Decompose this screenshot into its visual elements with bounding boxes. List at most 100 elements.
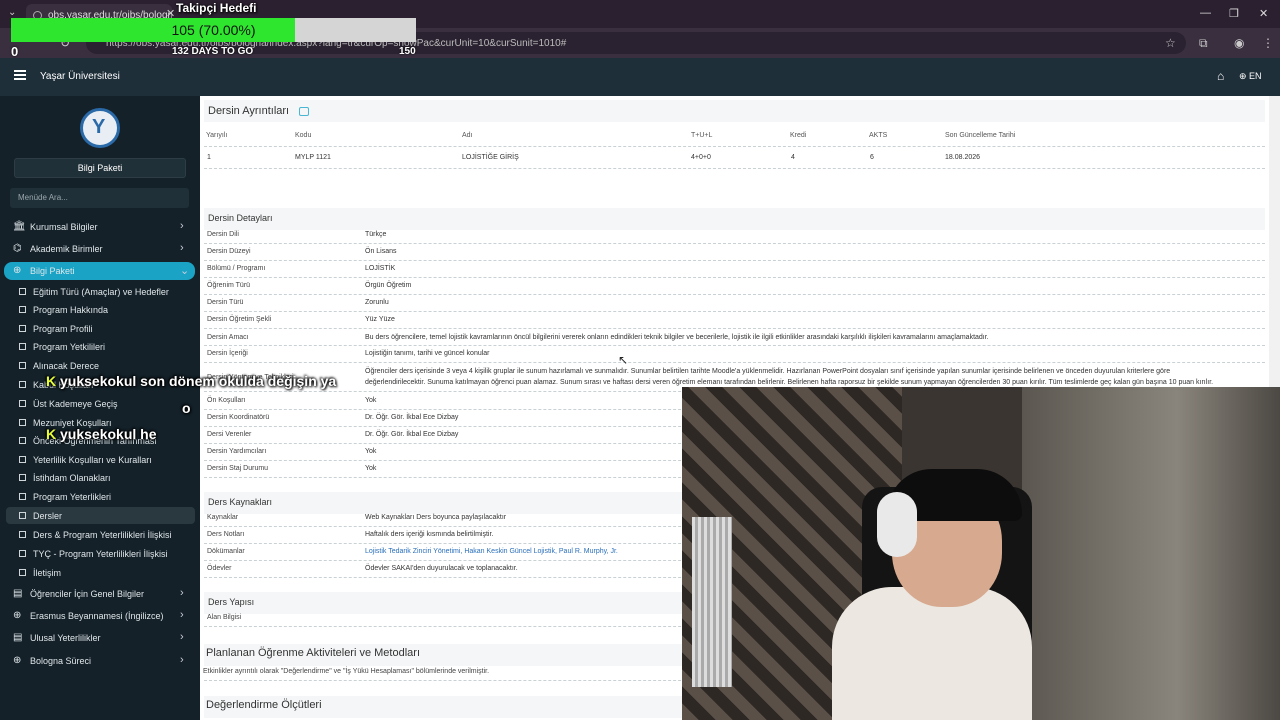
chevron-right-icon: › <box>180 220 184 232</box>
chat-message: K yuksekokul he <box>46 426 157 442</box>
submenu-label: Dersler <box>33 511 63 521</box>
table-cell: 4+0+0 <box>691 154 711 161</box>
submenu-label: Üst Kademeye Geçiş <box>33 399 118 409</box>
language-label: EN <box>1249 71 1262 81</box>
square-icon <box>19 343 26 350</box>
detail-value: Lojistiğin tanımı, tarihi ve güncel konu… <box>365 350 490 357</box>
detail-value: Ön Lisans <box>365 248 397 255</box>
documents-link[interactable]: Lojistik Tedarik Zinciri Yönetimi, Hakan… <box>365 548 618 555</box>
submenu-item[interactable]: Ders & Program Yeterlilikleri İlişkisi <box>0 526 200 543</box>
mouse-cursor-icon: ↖ <box>618 353 629 367</box>
sidebar-item-erasmus[interactable]: ⊕ Erasmus Beyannamesi (İngilizce) › <box>0 607 200 625</box>
submenu-label: Ders & Program Yeterlilikleri İlişkisi <box>33 530 172 540</box>
resource-value: Ödevler SAKAI'den duyurulacak ve toplana… <box>365 565 518 572</box>
detail-value: Yok <box>365 448 377 455</box>
home-icon[interactable]: ⌂ <box>1217 69 1224 83</box>
column-header: T+U+L <box>691 132 713 139</box>
maximize-icon[interactable]: ❐ <box>1229 7 1239 20</box>
sidebar-item-label: Bologna Süreci <box>30 656 92 666</box>
globe-icon: ⊕ <box>13 655 22 666</box>
minimize-icon[interactable]: — <box>1200 7 1211 19</box>
square-icon <box>19 437 26 444</box>
table-cell: 6 <box>870 154 874 161</box>
column-header: Son Güncelleme Tarihi <box>945 132 1016 139</box>
submenu-item[interactable]: Üst Kademeye Geçiş <box>0 395 200 412</box>
detail-value: Bu ders öğrencilere, temel lojistik kavr… <box>365 334 989 341</box>
extensions-icon[interactable]: ⧉ <box>1199 36 1208 51</box>
planned-title: Planlanan Öğrenme Aktiviteleri ve Metodl… <box>206 647 420 659</box>
language-switch[interactable]: ⊕ EN <box>1239 71 1262 82</box>
detail-label: Öğrenim Türü <box>207 282 251 289</box>
chat-badge: K <box>46 426 57 442</box>
goal-min: 0 <box>11 44 19 59</box>
sidebar-item-ogrenciler[interactable]: ▤ Öğrenciler İçin Genel Bilgiler › <box>0 585 200 603</box>
square-icon <box>19 400 26 407</box>
submenu-item[interactable]: Program Profili <box>0 320 200 337</box>
resource-value: Haftalık ders içeriği kısmında belirtilm… <box>365 531 494 538</box>
divider <box>204 243 1265 244</box>
square-icon <box>19 381 26 388</box>
course-name-link[interactable]: LOJİSTİĞE GİRİŞ <box>462 154 519 161</box>
chevron-down-icon: ⌄ <box>180 265 190 277</box>
column-header: Kodu <box>295 132 312 139</box>
submenu-item[interactable]: Program Hakkında <box>0 301 200 318</box>
table-cell: 4 <box>791 154 795 161</box>
detail-label: Dersin Yardımcıları <box>207 448 267 455</box>
submenu-label: TYÇ - Program Yeterlilikleri İlişkisi <box>33 549 168 559</box>
window-close-icon[interactable]: ✕ <box>1259 7 1268 20</box>
detail-label: Dersin Dili <box>207 231 239 238</box>
institution-icon: 🏛 <box>13 221 26 232</box>
sidebar: Bilgi Paketi Menüde Ara... 🏛 Kurumsal Bi… <box>0 96 200 720</box>
details-panel-header <box>204 208 1265 230</box>
submenu-label: Alınacak Derece <box>33 361 100 371</box>
sidebar-item-bilgi-paketi[interactable]: ⊕ Bilgi Paketi ⌄ <box>4 262 195 280</box>
detail-value: Yok <box>365 397 377 404</box>
detail-value: Örgün Öğretim <box>365 282 412 289</box>
submenu-item[interactable]: Yeterlilik Koşulları ve Kuralları <box>0 451 200 468</box>
submenu-item[interactable]: Program Yetkilileri <box>0 338 200 355</box>
sidebar-item-bologna[interactable]: ⊕ Bologna Süreci › <box>0 652 200 670</box>
table-cell: 1 <box>207 154 211 161</box>
hamburger-menu-icon[interactable] <box>14 70 26 80</box>
academic-units-icon: ⌬ <box>13 243 22 254</box>
sidebar-item-kurumsal[interactable]: 🏛 Kurumsal Bilgiler › <box>0 218 200 236</box>
divider <box>204 328 1265 329</box>
square-icon <box>19 550 26 557</box>
submenu-item[interactable]: İletişim <box>0 564 200 581</box>
square-icon <box>19 456 26 463</box>
course-panel-title: Dersin Ayrıntıları <box>208 105 290 117</box>
submenu-item[interactable]: İstihdam Olanakları <box>0 469 200 486</box>
table-cell: 18.08.2026 <box>945 154 981 161</box>
menu-search-input[interactable]: Menüde Ara... <box>10 188 189 208</box>
square-icon <box>19 512 26 519</box>
goal-progress-bar: 105 (70.00%) <box>11 18 416 42</box>
sidebar-item-ulusal[interactable]: ▤ Ulusal Yeterlilikler › <box>0 629 200 647</box>
globe-icon: ⊕ <box>13 610 22 621</box>
column-header: Adı <box>462 132 473 139</box>
balcony-door <box>1022 387 1280 720</box>
submenu-item[interactable]: Eğitim Türü (Amaçlar) ve Hedefler <box>0 283 200 300</box>
sidebar-item-akademik[interactable]: ⌬ Akademik Birimler › <box>0 240 200 258</box>
submenu-item[interactable]: TYÇ - Program Yeterlilikleri İlişkisi <box>0 545 200 562</box>
radiator <box>692 517 732 687</box>
tab-list-icon[interactable]: ⌄ <box>8 7 16 18</box>
browser-menu-icon[interactable]: ⋮ <box>1262 36 1274 50</box>
goal-max: 150 <box>399 46 416 57</box>
resources-title: Ders Kaynakları <box>208 497 273 507</box>
detail-value: Türkçe <box>365 231 387 238</box>
print-icon[interactable] <box>299 107 309 116</box>
submenu-item[interactable]: Program Yeterlikleri <box>0 488 200 505</box>
sidebar-item-label: Erasmus Beyannamesi (İngilizce) <box>30 611 164 621</box>
submenu-item-dersler[interactable]: Dersler <box>6 507 195 524</box>
detail-label: Dersin Türü <box>207 299 244 306</box>
profile-icon[interactable]: ◉ <box>1234 36 1244 50</box>
goal-days-left: 132 DAYS TO GO <box>172 46 254 57</box>
bookmark-star-icon[interactable]: ☆ <box>1165 36 1176 50</box>
detail-value: Yüz Yüze <box>365 316 395 323</box>
submenu-item[interactable]: Alınacak Derece <box>0 357 200 374</box>
bilgi-paketi-button[interactable]: Bilgi Paketi <box>14 158 186 178</box>
chevron-right-icon: › <box>180 587 184 599</box>
detail-value: Yok <box>365 465 377 472</box>
column-header: AKTS <box>869 132 888 139</box>
chat-text: son dönem okulda değişin ya <box>140 373 337 389</box>
